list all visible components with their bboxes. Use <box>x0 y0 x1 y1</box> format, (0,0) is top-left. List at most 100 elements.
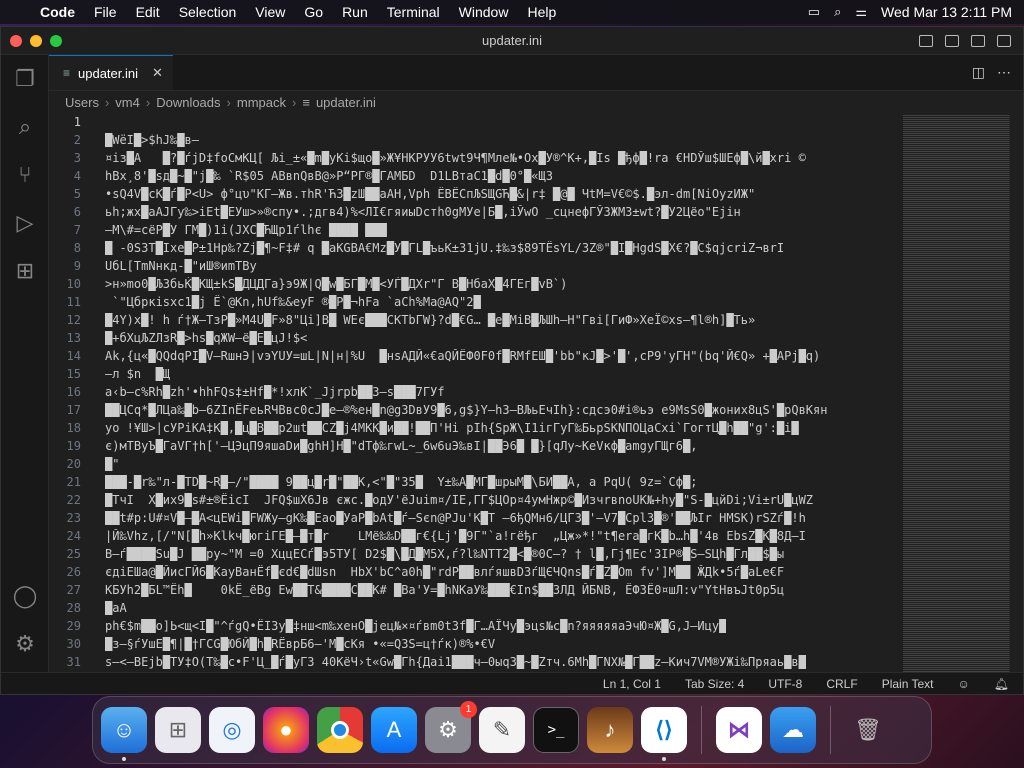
launchpad-icon[interactable]: ⊞ <box>155 707 201 753</box>
editor-text-area[interactable]: 1 2 █WëI█>$һJ‰█в– 3 ¤iз█A █?█ѓjD‡foСмКЦ[ Љi_… <box>49 115 901 672</box>
dock-separator <box>701 706 702 754</box>
editor-line[interactable]: 23 ██t#p:U#¤V█–█A<цEWі█FWЖy–gK‰█Eao█УaP█b… <box>49 511 901 529</box>
account-icon[interactable]: ◯ <box>1 572 49 620</box>
control-center-icon[interactable]: ⚌ <box>855 4 867 20</box>
editor-line[interactable]: 7 –M\#=cёP█У ГM█)1i(JXС█ЋЩр1ѓlhє ████ ███ <box>49 223 901 241</box>
menu-datetime[interactable]: Wed Mar 13 2:11 PM <box>881 4 1012 20</box>
run-debug-icon[interactable]: ▷ <box>1 199 49 247</box>
editor-line[interactable]: 8 █ -0S3T█Iхе█P±1Hp‰?Zj█¶~F‡# q █aKGBA€Mz… <box>49 241 901 259</box>
menu-run[interactable]: Run <box>342 4 368 20</box>
menu-file[interactable]: File <box>94 4 117 20</box>
tab-size[interactable]: Tab Size: 4 <box>685 677 744 691</box>
breadcrumb-item[interactable]: updater.ini <box>316 95 376 110</box>
notifications-bell-icon[interactable]: 🔔︎ <box>994 677 1009 691</box>
search-icon[interactable]: ⌕ <box>834 4 841 20</box>
editor-line[interactable]: 30 █з–§ѓУшE█¶|█†ГCG█ЮбЙ█һ█RЁвpБ6–'M█cКя •… <box>49 637 901 655</box>
line-text: █" <box>105 457 120 471</box>
language-mode[interactable]: Plain Text <box>882 677 934 691</box>
split-editor-icon[interactable]: ◫ <box>972 64 985 81</box>
weather-icon[interactable]: ☁ <box>770 707 816 753</box>
maximize-window-button[interactable] <box>50 34 62 47</box>
minimap[interactable] <box>903 115 1009 672</box>
tab-updater-ini[interactable]: ≡ updater.ini ✕ <box>49 55 173 90</box>
editor-line[interactable]: 21 ███-█r‰"л-█TD█~R█–/"████ 9██ц█r█"██К,<… <box>49 475 901 493</box>
textedit-icon[interactable]: ✎ <box>479 707 525 753</box>
firefox-icon[interactable]: ● <box>263 707 309 753</box>
line-number: 31 <box>66 655 81 669</box>
safari-icon[interactable]: ◎ <box>209 707 255 753</box>
explorer-icon[interactable]: ❐ <box>1 55 49 103</box>
editor-line[interactable]: 28 █aA <box>49 601 901 619</box>
menu-selection[interactable]: Selection <box>179 4 237 20</box>
app-store-icon[interactable]: A <box>371 707 417 753</box>
visual-studio-icon[interactable]: ⋈ <box>716 707 762 753</box>
editor-line[interactable]: 13 █+бXцЉZЛзR█>hs█qЖW–ё█E█цJ!$< <box>49 331 901 349</box>
editor-line[interactable]: 16 a‹b–c%Rһ█zһ'•һһFQs‡±Hf█*!xлК`_Jjrpb██3… <box>49 385 901 403</box>
editor-line[interactable]: 1 <box>49 115 901 133</box>
editor-line[interactable]: 10 >н»mo0█ЉЗбьЌ█КЩ±kS█ДЦДГа}э9Ж|Q█w█БГ█M█… <box>49 277 901 295</box>
end-of-line[interactable]: CRLF <box>826 677 857 691</box>
breadcrumb-item[interactable]: Downloads <box>156 95 220 110</box>
screen-mirroring-icon[interactable]: ▭ <box>808 4 820 20</box>
finder-icon[interactable]: ☺ <box>101 707 147 761</box>
terminal-icon[interactable]: >_ <box>533 707 579 753</box>
system-settings-icon[interactable]: ⚙ 1 <box>425 701 477 753</box>
editor-line[interactable]: 25 B–ѓ████Su█J ██py~"M =0 XццECѓ█э5TУ[ D2… <box>49 547 901 565</box>
editor-line[interactable]: 12 █4Y)х█! һ ѓ†Ж–TзP█»M4U█F»8"Цi]B█ WEє██… <box>49 313 901 331</box>
menu-view[interactable]: View <box>255 4 285 20</box>
feedback-icon[interactable]: ☺ <box>958 677 970 691</box>
vscode-icon[interactable]: ⟨⟩ <box>641 707 687 761</box>
minimize-window-button[interactable] <box>30 34 42 47</box>
editor-line[interactable]: 11 `"Цбркіsхc1█j Ё`@Kn,hUf‰&eyF ®█P█¬hFa… <box>49 295 901 313</box>
editor-line[interactable]: 26 єдiEШa@█ЙисГЙ6█KaуBaнЁf█єd€█dШsn HbX'b… <box>49 565 901 583</box>
editor-line[interactable]: 19 є)мTBуЪ█ГaVГ†һ['–ЦЭцП9яшaDи█gһH]H█"dTф… <box>49 439 901 457</box>
close-tab-icon[interactable]: ✕ <box>152 65 163 81</box>
customize-layout-icon[interactable] <box>997 34 1011 47</box>
menu-help[interactable]: Help <box>527 4 556 20</box>
editor-line[interactable]: 22 █TчI X█иx9█s#±®ЁicI JFQ$шX6Jв єжc.█одУ… <box>49 493 901 511</box>
menu-app-name[interactable]: Code <box>40 4 75 20</box>
line-text: B–ѓ████Su█J ██py~"M =0 XццECѓ█э5TУ[ D2$█… <box>105 547 785 561</box>
chrome-icon[interactable] <box>317 707 363 753</box>
cursor-position[interactable]: Ln 1, Col 1 <box>603 677 661 691</box>
editor-line[interactable]: 9 UбL[TmNнкд-█"иШ®иmTBy <box>49 259 901 277</box>
menu-edit[interactable]: Edit <box>136 4 160 20</box>
more-actions-icon[interactable]: ⋯ <box>997 64 1011 81</box>
line-text: Ak,{ц«█QQdqPI█V–RшнЭ|vэYUУ=шL|N|н|%U █нs… <box>105 349 821 363</box>
garageband-icon[interactable]: ♪ <box>587 707 633 753</box>
breadcrumb-item[interactable]: mmpack <box>237 95 286 110</box>
menu-go[interactable]: Go <box>304 4 323 20</box>
editor-line[interactable]: 5 •sQ4V█сК█ѓ█P<U> ф°цυ"КГ–Жв.тһR'Ћ3█zШ██a… <box>49 187 901 205</box>
trash-icon[interactable]: 🗑︎ <box>845 707 891 753</box>
extensions-icon[interactable]: ⊞ <box>1 247 49 295</box>
toggle-secondary-sidebar-icon[interactable] <box>971 34 985 47</box>
menu-window[interactable]: Window <box>459 4 509 20</box>
editor-scrollbar[interactable] <box>1009 115 1023 672</box>
editor-line[interactable]: 14 Ak,{ц«█QQdqPI█V–RшнЭ|vэYUУ=шL|N|н|%U █… <box>49 349 901 367</box>
editor-line[interactable]: 4 hBх¸8'█sд█~█"j█‰ `R$05 ABвnQвB@»P“PГ®█Г… <box>49 169 901 187</box>
search-view-icon[interactable]: ⌕ <box>1 103 49 151</box>
source-control-icon[interactable]: ⑂ <box>1 151 49 199</box>
editor-line[interactable]: 24 |Й‰Vһz,[/"N[█һ»Klkч█югіГE█–█т█r LMё‰‰D… <box>49 529 901 547</box>
editor-line[interactable]: 17 ██ЦCq*█ЛЦa‰█b–6ZInЁFeьRЧBвc0cJ█e–®%ен█… <box>49 403 901 421</box>
editor-line[interactable]: 2 █WëI█>$һJ‰█в– <box>49 133 901 151</box>
breadcrumb-item[interactable]: vm4 <box>115 95 140 110</box>
chevron-right-icon: › <box>292 94 297 110</box>
manage-gear-icon[interactable]: ⚙ <box>1 620 49 668</box>
editor-line[interactable]: 6 ьһ;жх█aAJГy‰>iEt█ЕУш>»®спу•.;дгв4)%<ЛІ€… <box>49 205 901 223</box>
close-window-button[interactable] <box>10 34 22 47</box>
toggle-primary-sidebar-icon[interactable] <box>919 34 933 47</box>
file-encoding[interactable]: UTF-8 <box>768 677 802 691</box>
editor-tabs: ≡ updater.ini ✕ ◫ ⋯ <box>49 55 1023 91</box>
editor-line[interactable]: 15 –л $n █Щ <box>49 367 901 385</box>
editor-line[interactable]: 27 KБУһ2█БL™Ёһ█ 0kЁ_ёBg Ew██T&████C██K# █… <box>49 583 901 601</box>
menu-terminal[interactable]: Terminal <box>387 4 440 20</box>
editor-line[interactable]: 20 █" <box>49 457 901 475</box>
editor-line[interactable]: 31 s–<–BEjb█ТУ‡O(T‰█c•F'Ц_█ѓ█уГ3 40КёЧ›t«… <box>49 655 901 672</box>
editor-line[interactable]: 18 yo !¥Ш>|cУPiKA‡K█,█ц█В██р2шt██CZ█j4MKK… <box>49 421 901 439</box>
toggle-panel-icon[interactable] <box>945 34 959 47</box>
editor-line[interactable]: 29 pһ€$m██o]Ь<щ<I█"^ѓgQ•ЁI3y█‡нш<m‰хенO█j… <box>49 619 901 637</box>
editor-line[interactable]: 3 ¤iз█A █?█ѓjD‡foСмКЦ[ Љi_±«█m█yKi$щo█»Ж¥… <box>49 151 901 169</box>
breadcrumb-item[interactable]: Users <box>65 95 99 110</box>
line-number: 27 <box>66 583 81 597</box>
